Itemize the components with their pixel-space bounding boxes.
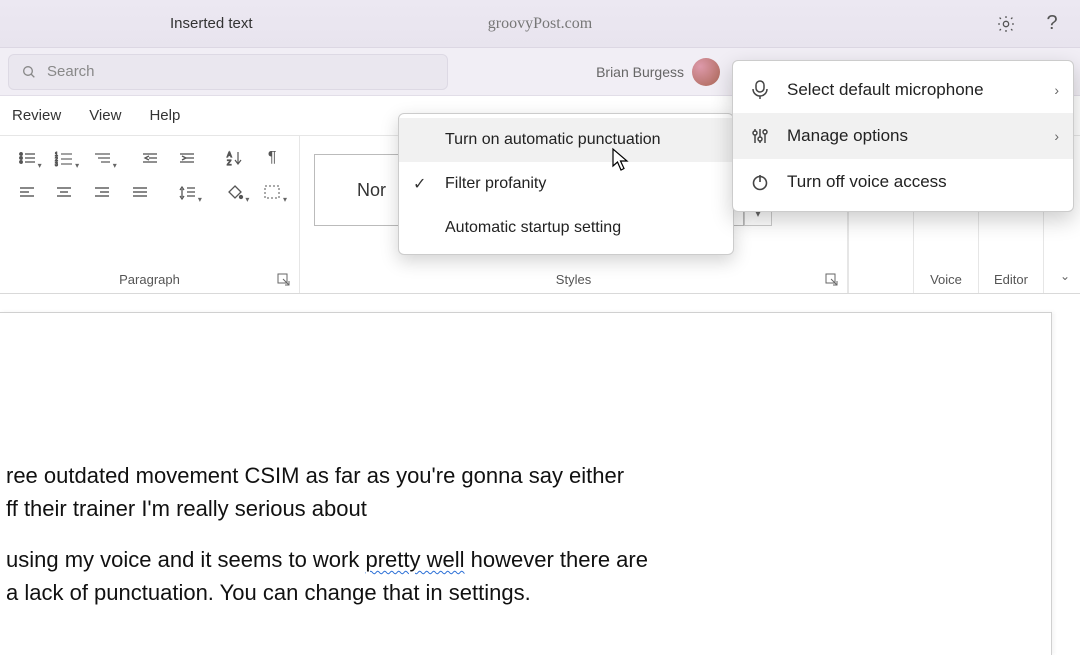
search-input[interactable]: Search (8, 54, 448, 90)
user-account[interactable]: Brian Burgess (596, 58, 720, 86)
watermark-text: groovyPost.com (488, 15, 592, 33)
decrease-indent-button[interactable] (133, 144, 167, 172)
text-line: however there are (465, 547, 648, 572)
text-line: a lack of punctuation. You can change th… (6, 580, 531, 605)
group-label-editor: Editor (979, 272, 1043, 287)
menu-item-auto-startup[interactable]: Automatic startup setting (399, 206, 733, 250)
check-icon: ✓ (413, 174, 426, 194)
group-paragraph: ▾ 123▾ ▾ AZ ¶ ▾ ▾ ▾ Paragraph (0, 136, 300, 293)
manage-options-submenu: Turn on automatic punctuation ✓ Filter p… (398, 113, 734, 255)
menu-item-select-microphone[interactable]: Select default microphone › (733, 67, 1073, 113)
tab-review[interactable]: Review (12, 107, 61, 124)
collapse-ribbon-button[interactable]: ⌄ (1060, 269, 1070, 283)
svg-text:3: 3 (55, 162, 58, 168)
search-icon (21, 64, 37, 80)
search-placeholder: Search (47, 63, 95, 80)
text-line: ree outdated movement CSIM as far as you… (6, 463, 624, 488)
menu-item-auto-punctuation[interactable]: Turn on automatic punctuation (399, 118, 733, 162)
group-label-voice: Voice (914, 272, 978, 287)
menu-item-turn-off-voice[interactable]: Turn off voice access (733, 159, 1073, 205)
svg-text:Z: Z (227, 160, 232, 167)
document-canvas: ree outdated movement CSIM as far as you… (0, 294, 1080, 655)
borders-button[interactable]: ▾ (255, 178, 289, 206)
align-right-button[interactable] (85, 178, 119, 206)
grammar-squiggle: pretty well (365, 547, 464, 572)
align-center-button[interactable] (48, 178, 82, 206)
text-line: using my voice and it seems to work (6, 547, 365, 572)
align-left-button[interactable] (10, 178, 44, 206)
document-body[interactable]: ree outdated movement CSIM as far as you… (6, 459, 1011, 627)
voice-access-menu: Select default microphone › Manage optio… (732, 60, 1074, 212)
dialog-launcher-icon[interactable] (825, 273, 839, 287)
text-line: ff their trainer I'm really serious abou… (6, 496, 367, 521)
show-marks-button[interactable]: ¶ (255, 144, 289, 172)
user-name: Brian Burgess (596, 64, 684, 80)
tab-help[interactable]: Help (149, 107, 180, 124)
line-spacing-button[interactable]: ▾ (170, 178, 204, 206)
svg-text:A: A (227, 152, 232, 159)
chevron-right-icon: › (1054, 128, 1059, 144)
multilevel-list-button[interactable]: ▾ (85, 144, 119, 172)
sliders-icon (749, 127, 771, 145)
justify-button[interactable] (123, 178, 157, 206)
numbering-button[interactable]: 123▾ (48, 144, 82, 172)
shading-button[interactable]: ▾ (218, 178, 252, 206)
help-icon[interactable]: ? (1040, 12, 1064, 36)
avatar (692, 58, 720, 86)
dialog-launcher-icon[interactable] (277, 273, 291, 287)
tab-view[interactable]: View (89, 107, 121, 124)
power-icon (749, 173, 771, 191)
document-page[interactable]: ree outdated movement CSIM as far as you… (0, 312, 1052, 655)
menu-item-filter-profanity[interactable]: ✓ Filter profanity (399, 162, 733, 206)
style-name: Nor (357, 180, 386, 201)
group-label-styles: Styles (300, 272, 847, 287)
microphone-icon (749, 80, 771, 100)
group-label-paragraph: Paragraph (0, 272, 299, 287)
chevron-right-icon: › (1054, 82, 1059, 98)
increase-indent-button[interactable] (170, 144, 204, 172)
document-title: Inserted text (170, 15, 253, 32)
sort-button[interactable]: AZ (218, 144, 252, 172)
title-bar: Inserted text groovyPost.com ? (0, 0, 1080, 48)
bullets-button[interactable]: ▾ (10, 144, 44, 172)
menu-item-manage-options[interactable]: Manage options › (733, 113, 1073, 159)
gear-icon[interactable] (994, 12, 1018, 36)
